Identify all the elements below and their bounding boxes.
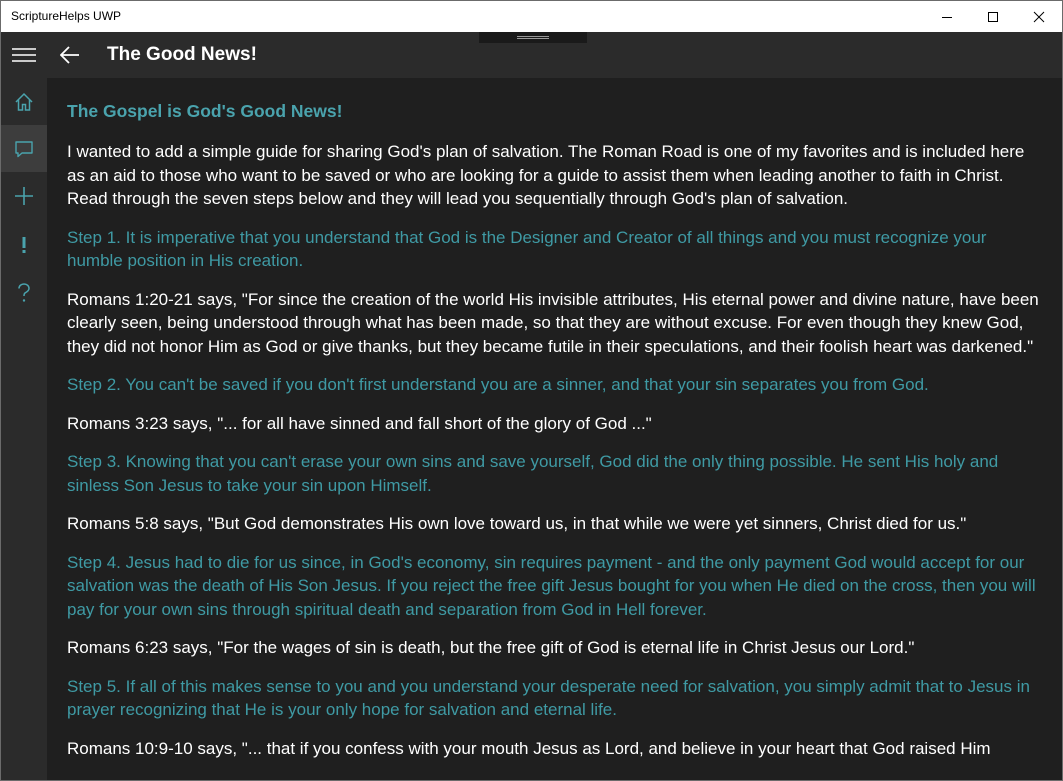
window-title: ScriptureHelps UWP: [11, 9, 122, 23]
step-4-paragraph: Step 4. Jesus had to die for us since, i…: [67, 552, 1036, 619]
drag-handle[interactable]: [479, 32, 587, 43]
plus-icon: [15, 186, 33, 205]
nav-sidebar: [1, 78, 47, 780]
minimize-button[interactable]: [924, 1, 970, 32]
step-1-paragraph: Step 1. It is imperative that you unders…: [67, 227, 987, 271]
close-button[interactable]: [1016, 1, 1062, 32]
nav-alert[interactable]: [1, 221, 47, 268]
step-2-paragraph: Step 2. You can't be saved if you don't …: [67, 375, 929, 394]
home-icon: [15, 92, 33, 111]
step-3-paragraph: Step 3. Knowing that you can't erase you…: [67, 452, 999, 495]
app-window: ScriptureHelps UWP The Good News! The Go…: [0, 0, 1063, 781]
exclamation-icon: [22, 236, 26, 253]
scripture-romans-3-23: Romans 3:23 says, "... for all have sinn…: [67, 413, 652, 433]
maximize-button[interactable]: [970, 1, 1016, 32]
page-title: The Good News!: [107, 44, 257, 65]
app-header: The Good News!: [1, 32, 1062, 78]
close-icon: [1033, 11, 1045, 22]
question-icon: [18, 282, 30, 302]
back-button[interactable]: [47, 32, 93, 78]
step-5-paragraph: Step 5. If all of this makes sense to yo…: [67, 676, 1030, 720]
nav-good-news[interactable]: [1, 125, 47, 172]
scripture-romans-5-8: Romans 5:8 says, "But God demonstrates H…: [67, 514, 967, 533]
hamburger-icon: [12, 48, 36, 62]
nav-help[interactable]: [1, 269, 47, 316]
intro-paragraph: I wanted to add a simple guide for shari…: [67, 142, 1025, 208]
scripture-romans-10-9: Romans 10:9-10 says, "... that if you co…: [67, 738, 991, 758]
back-arrow-icon: [60, 46, 79, 64]
content-area[interactable]: The Gospel is God's Good News! I wanted …: [47, 78, 1062, 780]
nav-home[interactable]: [1, 78, 47, 125]
scripture-romans-6-23: Romans 6:23 says, "For the wages of sin …: [67, 638, 915, 657]
content-heading: The Gospel is God's Good News!: [67, 101, 343, 121]
scripture-romans-1-20: Romans 1:20-21 says, "For since the crea…: [67, 289, 1039, 356]
grip-icon: [517, 36, 549, 37]
chat-icon: [15, 140, 33, 157]
nav-add[interactable]: [1, 172, 47, 219]
maximize-icon: [988, 11, 998, 22]
menu-button[interactable]: [1, 32, 47, 78]
minimize-icon: [942, 16, 952, 18]
title-bar[interactable]: ScriptureHelps UWP: [1, 1, 1062, 32]
